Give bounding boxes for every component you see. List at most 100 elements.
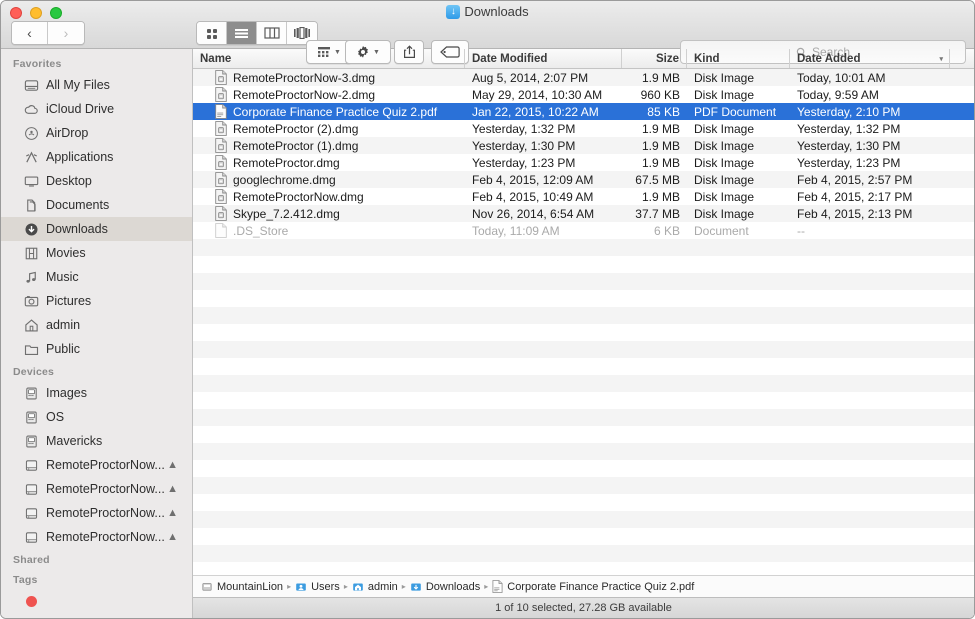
column-header-label: Date Added: [797, 52, 861, 65]
table-row[interactable]: RemoteProctor (1).dmg Yesterday, 1:30 PM 1…: [193, 137, 974, 154]
cell-date-added: Yesterday, 1:32 PM: [797, 121, 901, 136]
table-row[interactable]: RemoteProctorNow-2.dmg May 29, 2014, 10:3…: [193, 86, 974, 103]
empty-row: [193, 426, 974, 443]
table-row[interactable]: .DS_Store Today, 11:09 AM 6 KB Document --: [193, 222, 974, 239]
sidebar-item-airdrop[interactable]: AirDrop: [1, 121, 192, 145]
icon-view-button[interactable]: [197, 22, 227, 44]
list-view-button[interactable]: [227, 22, 257, 44]
table-row[interactable]: Corporate Finance Practice Quiz 2.pdf Jan…: [193, 103, 974, 120]
cell-file-name: .DS_Store: [193, 223, 465, 238]
sidebar-item-music[interactable]: Music: [1, 265, 192, 289]
cell-date-modified: Feb 4, 2015, 10:49 AM: [472, 189, 594, 204]
sidebar-item-label: Desktop: [46, 174, 92, 188]
sidebar[interactable]: Favorites All My Files iCloud Drive AirDr…: [1, 49, 193, 618]
breadcrumb-item-corporate-finance-practice-quiz-2-pdf[interactable]: Corporate Finance Practice Quiz 2.pdf: [492, 580, 694, 593]
sidebar-item-label: Mavericks: [46, 434, 103, 448]
file-name-label: Skype_7.2.412.dmg: [233, 206, 340, 221]
sidebar-item-label: Music: [46, 270, 79, 284]
disk-image-icon: [23, 505, 39, 521]
cell-file-kind: Disk Image: [694, 121, 755, 136]
breadcrumb-separator-icon: ▸: [287, 582, 292, 591]
title-bar: ↓ Downloads ‹ › ▼ ▼ Search: [1, 1, 974, 64]
sidebar-item-movies[interactable]: Movies: [1, 241, 192, 265]
breadcrumb-item-downloads[interactable]: Downloads: [410, 581, 480, 593]
table-row[interactable]: RemoteProctorNow-3.dmg Aug 5, 2014, 2:07 …: [193, 69, 974, 86]
breadcrumb[interactable]: MountainLion ▸ Users ▸ admin ▸ Downloads ▸ Corp…: [193, 575, 974, 597]
file-list[interactable]: RemoteProctorNow-3.dmg Aug 5, 2014, 2:07 …: [193, 69, 974, 575]
column-header-name[interactable]: Name: [193, 49, 465, 68]
sidebar-item-remoteproctornow[interactable]: RemoteProctorNow... ▲: [1, 501, 192, 525]
applications-icon: [23, 149, 39, 165]
sidebar-item-admin[interactable]: admin: [1, 313, 192, 337]
file-browser: Name Date Modified Size Kind Date Added ▾ Rem…: [193, 49, 974, 618]
breadcrumb-item-mountainlion[interactable]: MountainLion: [201, 581, 283, 593]
empty-row: [193, 307, 974, 324]
home-folder-icon: [352, 581, 364, 593]
cell-date-added: Today, 10:01 AM: [797, 70, 886, 85]
table-row[interactable]: Skype_7.2.412.dmg Nov 26, 2014, 6:54 AM 37…: [193, 205, 974, 222]
red-tag-icon: [23, 593, 39, 609]
sidebar-item-icloud-drive[interactable]: iCloud Drive: [1, 97, 192, 121]
disk-image-file-icon: [215, 189, 227, 204]
file-name-label: RemoteProctorNow-3.dmg: [233, 70, 376, 85]
sidebar-item-applications[interactable]: Applications: [1, 145, 192, 169]
sidebar-item-images[interactable]: Images: [1, 381, 192, 405]
empty-row: [193, 545, 974, 562]
column-header-date-modified[interactable]: Date Modified: [465, 49, 622, 68]
column-header-size[interactable]: Size: [622, 49, 687, 68]
breadcrumb-item-users[interactable]: Users: [295, 581, 340, 593]
empty-row: [193, 494, 974, 511]
sidebar-item-remoteproctornow[interactable]: RemoteProctorNow... ▲: [1, 477, 192, 501]
empty-row: [193, 341, 974, 358]
table-row[interactable]: RemoteProctor.dmg Yesterday, 1:23 PM 1.9 M…: [193, 154, 974, 171]
harddisk-icon: [201, 581, 213, 593]
cell-file-size: 1.9 MB: [641, 189, 680, 204]
status-bar: 1 of 10 selected, 27.28 GB available: [193, 597, 974, 618]
cell-file-kind: Disk Image: [694, 206, 755, 221]
sidebar-item-red-tag-icon[interactable]: [1, 589, 192, 613]
sidebar-item-remoteproctornow[interactable]: RemoteProctorNow... ▲: [1, 525, 192, 549]
breadcrumb-separator-icon: ▸: [401, 582, 406, 591]
column-headers[interactable]: Name Date Modified Size Kind Date Added ▾: [193, 49, 974, 69]
eject-icon[interactable]: ▲: [167, 483, 178, 495]
column-header-kind[interactable]: Kind: [687, 49, 790, 68]
sidebar-item-pictures[interactable]: Pictures: [1, 289, 192, 313]
breadcrumb-label: MountainLion: [217, 580, 284, 593]
cell-file-name: RemoteProctorNow.dmg: [193, 189, 465, 204]
sidebar-item-remoteproctornow[interactable]: RemoteProctorNow... ▲: [1, 453, 192, 477]
sidebar-item-downloads[interactable]: Downloads: [1, 217, 192, 241]
sidebar-item-documents[interactable]: Documents: [1, 193, 192, 217]
cell-file-kind: Disk Image: [694, 138, 755, 153]
file-name-label: googlechrome.dmg: [233, 172, 336, 187]
column-view-button[interactable]: [257, 22, 287, 44]
empty-row: [193, 358, 974, 375]
sidebar-item-desktop[interactable]: Desktop: [1, 169, 192, 193]
eject-icon[interactable]: ▲: [167, 507, 178, 519]
harddisk-icon: [23, 409, 39, 425]
cell-file-kind: Disk Image: [694, 70, 755, 85]
sidebar-item-public[interactable]: Public: [1, 337, 192, 361]
cell-file-size: 1.9 MB: [641, 121, 680, 136]
movies-icon: [23, 245, 39, 261]
forward-button[interactable]: ›: [48, 22, 84, 44]
eject-icon[interactable]: ▲: [167, 531, 178, 543]
sidebar-item-all-my-files[interactable]: All My Files: [1, 73, 192, 97]
table-row[interactable]: googlechrome.dmg Feb 4, 2015, 12:09 AM 67.…: [193, 171, 974, 188]
table-row[interactable]: RemoteProctor (2).dmg Yesterday, 1:32 PM 1…: [193, 120, 974, 137]
sidebar-item-label: Documents: [46, 198, 110, 212]
breadcrumb-item-admin[interactable]: admin: [352, 581, 398, 593]
file-name-label: Corporate Finance Practice Quiz 2.pdf: [233, 104, 438, 119]
cell-file-name: RemoteProctor (1).dmg: [193, 138, 465, 153]
sidebar-item-label: Applications: [46, 150, 114, 164]
sidebar-item-mavericks[interactable]: Mavericks: [1, 429, 192, 453]
disk-image-file-icon: [215, 70, 227, 85]
eject-icon[interactable]: ▲: [167, 459, 178, 471]
column-header-date-added[interactable]: Date Added ▾: [790, 49, 950, 68]
table-row[interactable]: RemoteProctorNow.dmg Feb 4, 2015, 10:49 A…: [193, 188, 974, 205]
cell-file-kind: Disk Image: [694, 189, 755, 204]
empty-row: [193, 290, 974, 307]
cell-date-modified: Yesterday, 1:32 PM: [472, 121, 576, 136]
cell-date-added: Feb 4, 2015, 2:13 PM: [797, 206, 913, 221]
sidebar-item-os[interactable]: OS: [1, 405, 192, 429]
back-button[interactable]: ‹: [12, 22, 48, 44]
